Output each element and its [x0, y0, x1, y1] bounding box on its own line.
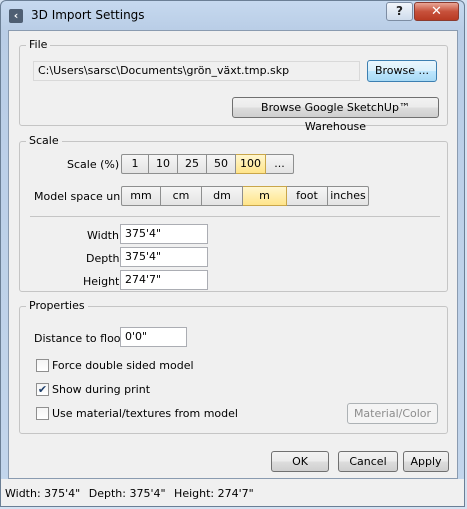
width-field[interactable]: 375'4"	[120, 224, 208, 244]
height-field[interactable]: 274'7"	[120, 270, 208, 290]
height-label: Height	[83, 275, 120, 288]
scale-option-more[interactable]: ...	[266, 154, 294, 174]
scale-option-1[interactable]: 1	[121, 154, 149, 174]
scale-selector: 1 10 25 50 100 ...	[121, 154, 294, 174]
properties-group-title: Properties	[26, 299, 88, 312]
dialog-window: ‹ 3D Import Settings ? ✕ File C:\Users\s…	[0, 0, 465, 507]
scale-option-100[interactable]: 100	[236, 154, 266, 174]
unit-option-dm[interactable]: dm	[202, 186, 243, 206]
distance-field[interactable]: 0'0"	[120, 327, 187, 347]
scale-group: Scale Scale (%) 1 10 25 50 100 ... Model…	[19, 134, 448, 292]
ok-button[interactable]: OK	[271, 451, 329, 472]
file-group-title: File	[26, 38, 51, 51]
show-print-checkbox[interactable]: ✔	[36, 383, 49, 396]
scale-label: Scale (%)	[67, 158, 120, 171]
scale-option-50[interactable]: 50	[207, 154, 236, 174]
unit-selector: mm cm dm m foot inches	[121, 186, 369, 206]
unit-option-cm[interactable]: cm	[161, 186, 202, 206]
depth-label: Depth	[86, 252, 120, 265]
scale-option-10[interactable]: 10	[149, 154, 178, 174]
width-label: Width	[87, 229, 119, 242]
unit-option-foot[interactable]: foot	[287, 186, 328, 206]
help-button[interactable]: ?	[386, 2, 413, 21]
browse-warehouse-button[interactable]: Browse Google SketchUp™ Warehouse	[232, 97, 439, 133]
unit-label: Model space unit	[34, 190, 128, 203]
show-print-label[interactable]: Show during print	[52, 383, 150, 396]
properties-group: Properties Distance to floor 0'0" Force …	[19, 299, 448, 434]
browse-button[interactable]: Browse ...	[367, 60, 437, 82]
unit-option-inches[interactable]: inches	[328, 186, 369, 206]
use-material-label[interactable]: Use material/textures from model	[52, 407, 238, 420]
status-bar: Width: 375'4" Depth: 375'4" Height: 274'…	[1, 479, 464, 506]
use-material-checkbox[interactable]	[36, 407, 49, 420]
status-width: Width: 375'4"	[5, 487, 81, 500]
cancel-button[interactable]: Cancel	[338, 451, 398, 472]
close-icon: ✕	[431, 4, 442, 19]
unit-option-m[interactable]: m	[243, 186, 287, 206]
status-depth: Depth: 375'4"	[88, 487, 166, 500]
file-path-field[interactable]: C:\Users\sarsc\Documents\grön_växt.tmp.s…	[33, 61, 360, 81]
scale-divider	[30, 216, 440, 217]
force-double-checkbox[interactable]	[36, 359, 49, 372]
unit-option-mm[interactable]: mm	[121, 186, 161, 206]
material-color-button[interactable]: Material/Color	[347, 403, 438, 424]
apply-button[interactable]: Apply	[403, 451, 449, 472]
close-button[interactable]: ✕	[414, 2, 459, 21]
scale-option-25[interactable]: 25	[178, 154, 207, 174]
window-title: 3D Import Settings	[31, 8, 145, 22]
app-icon: ‹	[9, 9, 23, 23]
checkmark-icon: ✔	[37, 383, 48, 396]
file-group: File C:\Users\sarsc\Documents\grön_växt.…	[19, 38, 448, 133]
distance-label: Distance to floor	[34, 332, 126, 345]
status-height: Height: 274'7"	[174, 487, 254, 500]
scale-group-title: Scale	[26, 134, 62, 147]
depth-field[interactable]: 375'4"	[120, 247, 208, 267]
title-bar[interactable]: ‹ 3D Import Settings ? ✕	[1, 1, 464, 31]
force-double-label[interactable]: Force double sided model	[52, 359, 194, 372]
dialog-body: File C:\Users\sarsc\Documents\grön_växt.…	[8, 30, 458, 479]
